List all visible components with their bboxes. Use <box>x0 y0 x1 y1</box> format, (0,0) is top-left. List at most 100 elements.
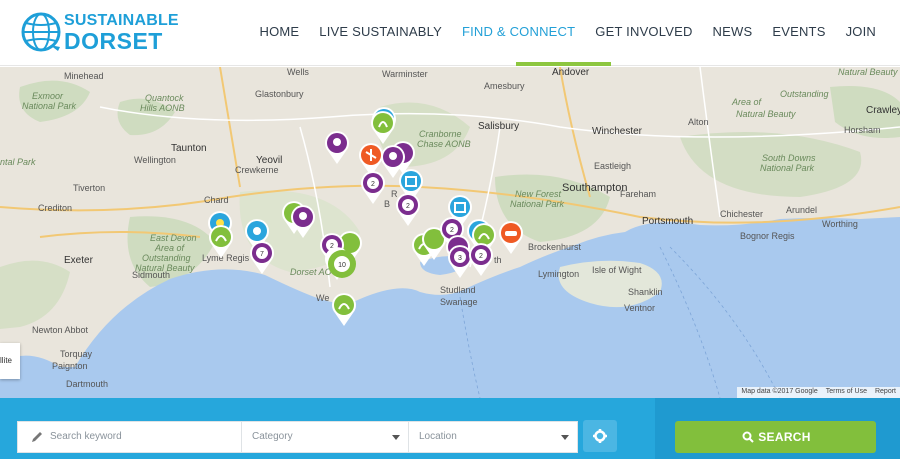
map-label-studland: Studland <box>440 285 476 295</box>
map-label-paignton: Paignton <box>52 361 88 371</box>
map-label-exeter: Exeter <box>64 255 94 266</box>
site-header: SUSTAINABLE DORSET HOME LIVE SUSTAINABLY… <box>0 0 900 66</box>
map-label-crediton: Crediton <box>38 203 72 213</box>
map-data-credit: Map data ©2017 Google <box>741 388 818 395</box>
map-label-horsham: Horsham <box>844 125 881 135</box>
map-label-isle-of-wight: Isle of Wight <box>592 265 642 275</box>
cluster-count: 2 <box>479 253 483 260</box>
search-bar: Search keyword Category Location SEARCH <box>0 398 900 459</box>
map-label-outstanding: Outstanding <box>780 89 829 99</box>
map-label-eastleigh: Eastleigh <box>594 161 631 171</box>
category-select[interactable]: Category <box>241 421 409 453</box>
cluster-count: 2 <box>371 181 375 188</box>
map-label-natural-beauty-2: Natural Beauty <box>736 109 796 119</box>
gear-icon <box>593 429 607 443</box>
map-label-wellington: Wellington <box>134 155 176 165</box>
map-label-salisbury: Salisbury <box>478 121 519 132</box>
map-label-cranborne-2: Chase AONB <box>417 139 471 149</box>
map-label-tiverton: Tiverton <box>73 183 105 193</box>
map-label-east-devon: East Devon <box>150 233 197 243</box>
map-label-r: R <box>391 189 398 199</box>
map-label-natural-beauty: Natural Beauty <box>838 67 898 77</box>
map-label-alton: Alton <box>688 117 709 127</box>
map-attribution: Map data ©2017 Google Terms of Use Repor… <box>737 387 900 398</box>
map-label-portsmouth: Portsmouth <box>642 216 693 227</box>
site-logo[interactable]: SUSTAINABLE DORSET <box>20 11 190 54</box>
map-label-lymington: Lymington <box>538 269 579 279</box>
map-label-southampton: Southampton <box>562 182 627 194</box>
map-label-warminster: Warminster <box>382 69 428 79</box>
map-label-dartmouth: Dartmouth <box>66 379 108 389</box>
map-label-swanage: Swanage <box>440 297 478 307</box>
map-label-exmoor: Exmoor <box>32 91 64 101</box>
category-placeholder: Category <box>252 431 293 442</box>
map-label-brockenhurst: Brockenhurst <box>528 242 582 252</box>
map-label-lyme-regis: Lyme Regis <box>202 253 250 263</box>
map-label-area-of: Area of <box>731 97 763 107</box>
map-label-taunton: Taunton <box>171 143 207 154</box>
terms-link[interactable]: Terms of Use <box>826 388 867 397</box>
map-label-east-devon-2: Area of <box>154 243 186 253</box>
chevron-down-icon <box>561 435 569 440</box>
search-button[interactable]: SEARCH <box>675 421 876 453</box>
map-label-newton-abbot: Newton Abbot <box>32 325 89 335</box>
nav-join[interactable]: JOIN <box>846 24 876 39</box>
cluster-count: 10 <box>338 262 346 269</box>
keyword-placeholder: Search keyword <box>50 431 122 442</box>
keyword-input[interactable]: Search keyword <box>17 421 242 453</box>
report-link[interactable]: Report <box>875 388 896 397</box>
map-label-worthing: Worthing <box>822 219 858 229</box>
nav-events[interactable]: EVENTS <box>772 24 825 39</box>
map-label-new-forest: New Forest <box>515 189 562 199</box>
map-label-shanklin: Shanklin <box>628 287 663 297</box>
map-label-chard: Chard <box>204 195 229 205</box>
map-label-arundel: Arundel <box>786 205 817 215</box>
map-label-glastonbury: Glastonbury <box>255 89 304 99</box>
cluster-count: 2 <box>406 203 410 210</box>
satellite-toggle-button[interactable]: llite <box>0 343 20 379</box>
map-label-wells: Wells <box>287 67 309 77</box>
cluster-count: 3 <box>458 255 462 262</box>
map-label-andover: Andover <box>552 67 590 78</box>
map-label-ventnor: Ventnor <box>624 303 655 313</box>
map-label-quantock: Quantock <box>145 93 184 103</box>
chevron-down-icon <box>392 435 400 440</box>
map-label-cranborne: Cranborne <box>419 129 462 139</box>
cluster-count: 2 <box>450 227 454 234</box>
nav-live-sustainably[interactable]: LIVE SUSTAINABLY <box>319 24 442 39</box>
cluster-count: 7 <box>260 251 264 258</box>
location-select[interactable]: Location <box>408 421 578 453</box>
location-placeholder: Location <box>419 431 457 442</box>
map-label-south-downs: South Downs <box>762 153 816 163</box>
map-label-bournemouth: th <box>494 255 502 265</box>
map-label-bognor: Bognor Regis <box>740 231 795 241</box>
map-label-sidmouth: Sidmouth <box>132 270 170 280</box>
map-label-quantock-2: Hills AONB <box>140 103 185 113</box>
map-label-weymouth: We <box>316 293 329 303</box>
map-label-minehead: Minehead <box>64 71 104 81</box>
map-label-torquay: Torquay <box>60 349 93 359</box>
nav-home[interactable]: HOME <box>259 24 299 39</box>
filter-settings-button[interactable] <box>583 420 617 452</box>
logo-text-bottom: DORSET <box>64 28 163 54</box>
map-label-crewkerne: Crewkerne <box>235 165 279 175</box>
search-icon <box>742 431 754 443</box>
map-label-south-downs-2: National Park <box>760 163 815 173</box>
nav-news[interactable]: NEWS <box>713 24 753 39</box>
map-canvas[interactable]: Minehead Exmoor National Park Wells Warm… <box>0 67 900 398</box>
map-label-blandford: B <box>384 199 390 209</box>
map-label-new-forest-2: National Park <box>510 199 565 209</box>
map-label-exmoor-2: National Park <box>22 101 77 111</box>
map-label-east-devon-3: Outstanding <box>142 253 191 263</box>
main-nav: HOME LIVE SUSTAINABLY FIND & CONNECT GET… <box>259 24 876 39</box>
globe-icon <box>21 12 61 52</box>
map-label-chichester: Chichester <box>720 209 763 219</box>
map-label-amesbury: Amesbury <box>484 81 525 91</box>
map-label-crawley: Crawley <box>866 105 900 116</box>
nav-get-involved[interactable]: GET INVOLVED <box>595 24 692 39</box>
nav-find-connect[interactable]: FIND & CONNECT <box>462 24 575 39</box>
map-label-fareham: Fareham <box>620 189 656 199</box>
map-label-winchester: Winchester <box>592 126 643 137</box>
active-nav-indicator <box>516 62 611 66</box>
map-label-park: ntal Park <box>0 157 36 167</box>
